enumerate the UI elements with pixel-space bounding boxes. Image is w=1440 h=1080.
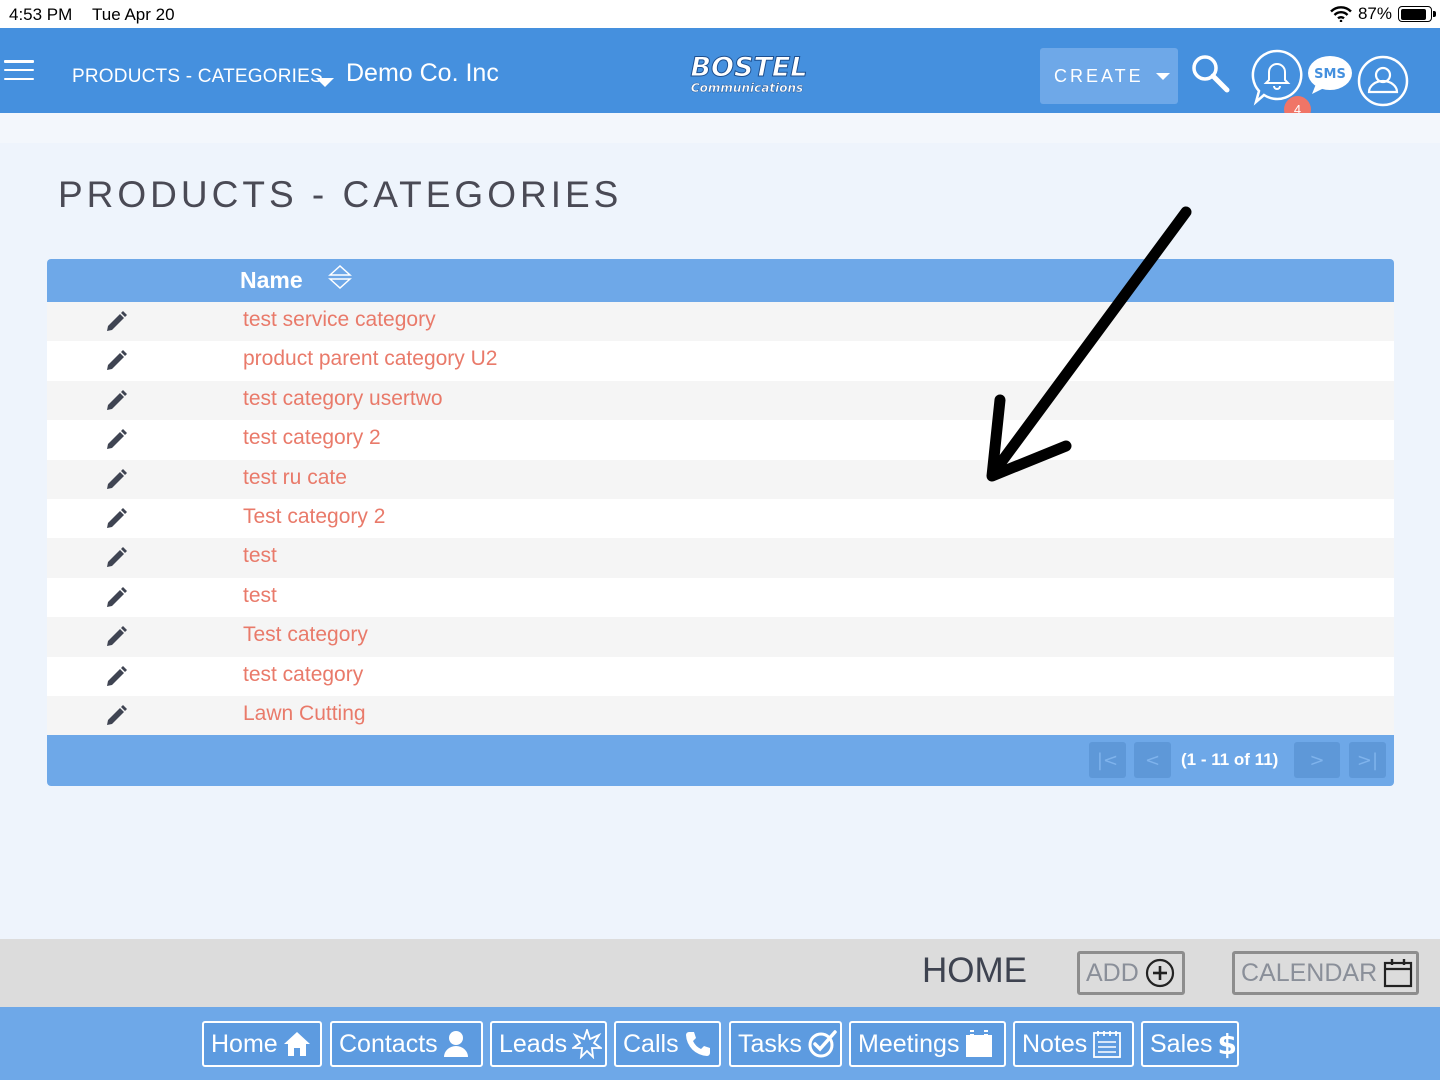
previous-page-icon[interactable]: < <box>1134 742 1171 778</box>
caret-down-icon[interactable] <box>316 78 334 87</box>
category-name-link[interactable]: test category 2 <box>243 426 381 450</box>
edit-pencil-icon[interactable] <box>104 349 128 373</box>
hamburger-menu-icon[interactable] <box>4 60 34 80</box>
category-name-link[interactable]: Lawn Cutting <box>243 702 366 726</box>
edit-pencil-icon[interactable] <box>104 704 128 728</box>
nav-calls-button[interactable]: Calls <box>614 1021 721 1067</box>
add-button[interactable]: ADD <box>1077 951 1185 995</box>
nav-contacts-label: Contacts <box>339 1029 438 1058</box>
nav-home-button[interactable]: Home <box>202 1021 322 1067</box>
app-header: PRODUCTS - CATEGORIES Demo Co. Inc BOSTE… <box>0 28 1440 123</box>
person-icon <box>443 1031 468 1057</box>
header-subband <box>0 113 1440 143</box>
category-name-link[interactable]: test ru cate <box>243 466 347 490</box>
edit-pencil-icon[interactable] <box>104 586 128 610</box>
bostel-logo[interactable]: BOSTEL Communications <box>668 50 830 96</box>
home-bar: HOME ADD CALENDAR <box>0 939 1440 1007</box>
table-row[interactable]: test <box>47 538 1394 578</box>
sms-label: SMS <box>1314 67 1346 82</box>
category-name-link[interactable]: test category <box>243 663 363 687</box>
nav-contacts-button[interactable]: Contacts <box>330 1021 483 1067</box>
nav-tasks-label: Tasks <box>738 1029 802 1058</box>
category-name-link[interactable]: test service category <box>243 308 436 332</box>
page-title: PRODUCTS - CATEGORIES <box>58 174 623 215</box>
edit-pencil-icon[interactable] <box>104 507 128 531</box>
edit-pencil-icon[interactable] <box>104 625 128 649</box>
check-circle-icon <box>808 1030 837 1058</box>
plus-circle-icon <box>1145 958 1174 988</box>
logo-text: BOSTEL <box>690 52 807 83</box>
nav-sales-button[interactable]: Sales $ <box>1141 1021 1239 1067</box>
logo-subtext: Communications <box>691 81 803 95</box>
phone-icon <box>685 1032 710 1056</box>
home-icon <box>283 1032 310 1056</box>
nav-meetings-button[interactable]: Meetings <box>849 1021 1006 1067</box>
nav-leads-button[interactable]: Leads <box>490 1021 607 1067</box>
edit-pencil-icon[interactable] <box>104 389 128 413</box>
category-name-link[interactable]: Test category <box>243 623 368 647</box>
home-label[interactable]: HOME <box>922 951 1027 991</box>
edit-pencil-icon[interactable] <box>104 428 128 452</box>
annotation-arrow <box>986 206 1192 482</box>
sms-icon[interactable]: SMS <box>1306 54 1354 96</box>
table-row[interactable]: Test category 2 <box>47 498 1394 539</box>
nav-calls-label: Calls <box>623 1029 679 1058</box>
table-row[interactable]: Test category <box>47 617 1394 657</box>
nav-leads-label: Leads <box>499 1029 568 1058</box>
table-row[interactable]: test <box>47 577 1394 618</box>
status-time: 4:53 PM <box>9 5 73 24</box>
table-row[interactable]: Lawn Cutting <box>47 695 1394 736</box>
first-page-icon[interactable]: |< <box>1089 742 1126 778</box>
notepad-icon <box>1093 1031 1122 1058</box>
category-name-link[interactable]: test <box>243 544 277 568</box>
category-name-link[interactable]: product parent category U2 <box>243 347 497 371</box>
battery-icon <box>1398 6 1436 22</box>
calendar-label: CALENDAR <box>1241 958 1378 987</box>
last-page-icon[interactable]: >| <box>1349 742 1386 778</box>
search-icon[interactable] <box>1190 53 1230 93</box>
breadcrumb-dropdown[interactable]: PRODUCTS - CATEGORIES <box>72 66 323 88</box>
edit-pencil-icon[interactable] <box>104 546 128 570</box>
status-right: 87% <box>1330 4 1436 24</box>
nav-tasks-button[interactable]: Tasks <box>729 1021 842 1067</box>
create-label: CREATE <box>1054 65 1144 86</box>
nav-sales-label: Sales <box>1150 1029 1213 1058</box>
nav-home-label: Home <box>211 1029 278 1058</box>
edit-pencil-icon[interactable] <box>104 468 128 492</box>
meetings-calendar-icon <box>966 1030 993 1057</box>
sort-icon[interactable] <box>328 264 352 290</box>
company-name: Demo Co. Inc <box>346 59 499 87</box>
add-label: ADD <box>1086 958 1139 987</box>
pagination-text: (1 - 11 of 11) <box>1181 750 1279 769</box>
table-row[interactable]: test category <box>47 656 1394 696</box>
table-footer-paginator: |< < (1 - 11 of 11) > >| <box>47 735 1394 786</box>
nav-notes-label: Notes <box>1022 1029 1088 1058</box>
category-name-link[interactable]: Test category 2 <box>243 505 385 529</box>
nav-meetings-label: Meetings <box>858 1029 960 1058</box>
category-name-link[interactable]: test <box>243 584 277 608</box>
category-name-link[interactable]: test category usertwo <box>243 387 443 411</box>
column-header-name[interactable]: Name <box>240 267 303 294</box>
nav-notes-button[interactable]: Notes <box>1013 1021 1134 1067</box>
wifi-icon <box>1330 6 1352 22</box>
calendar-icon <box>1384 959 1413 988</box>
caret-down-icon <box>1155 72 1170 80</box>
calendar-button[interactable]: CALENDAR <box>1232 951 1419 995</box>
status-date: Tue Apr 20 <box>92 5 175 24</box>
battery-percent: 87% <box>1357 4 1392 23</box>
bottom-nav: Home Contacts Leads Calls Tasks Meetings <box>0 1007 1440 1080</box>
edit-pencil-icon[interactable] <box>104 310 128 334</box>
dollar-icon: $ <box>1217 1027 1238 1061</box>
starburst-icon <box>572 1029 603 1059</box>
create-button[interactable]: CREATE <box>1040 48 1178 104</box>
edit-pencil-icon[interactable] <box>104 665 128 689</box>
status-bar: 4:53 PM Tue Apr 20 87% <box>0 0 1440 28</box>
next-page-icon[interactable]: > <box>1294 742 1340 778</box>
user-profile-icon[interactable] <box>1356 54 1410 108</box>
